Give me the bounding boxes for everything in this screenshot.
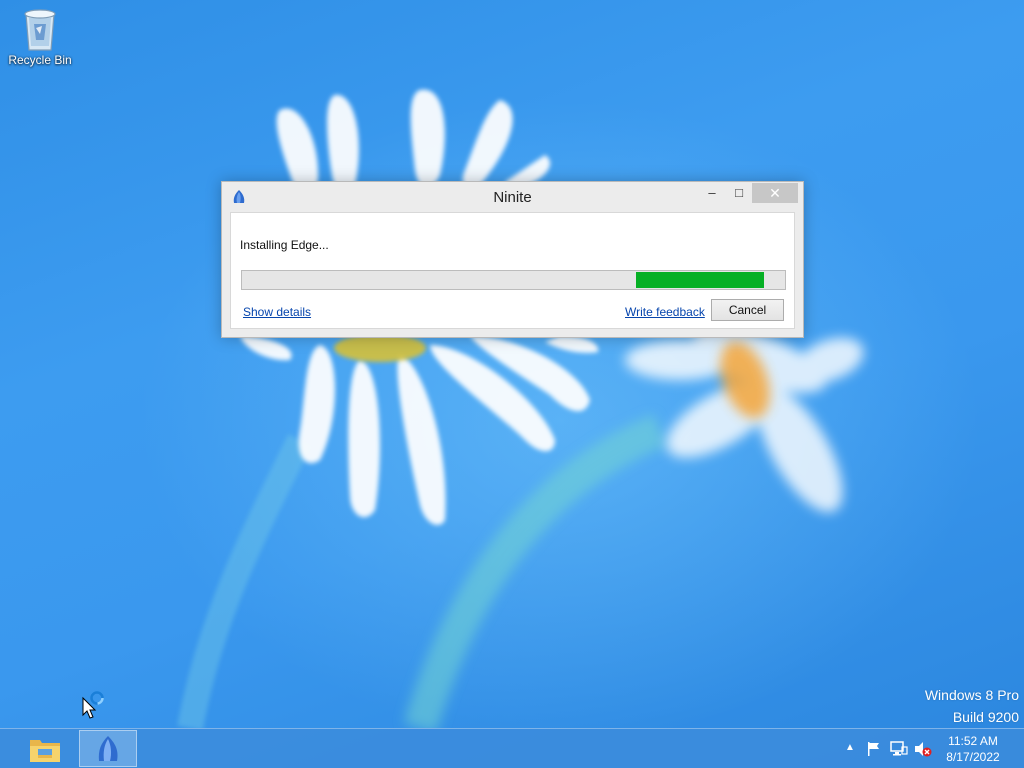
dialog-content: Installing Edge... Show details Write fe… — [230, 212, 795, 329]
progress-bar — [241, 270, 786, 290]
minimize-button[interactable]: – — [699, 183, 725, 203]
status-text: Installing Edge... — [240, 238, 329, 252]
watermark-edition: Windows 8 Pro — [924, 687, 1019, 703]
volume-muted-icon[interactable] — [914, 741, 932, 757]
maximize-button[interactable]: □ — [726, 183, 752, 203]
network-icon[interactable] — [890, 741, 908, 757]
taskbar: ▲ 11:52 AM 8/17/2022 — [0, 728, 1024, 768]
ninite-window: Ninite – □ ✕ Installing Edge... Show det… — [221, 181, 804, 338]
clock-time: 11:52 AM — [948, 734, 998, 748]
write-feedback-link[interactable]: Write feedback — [625, 305, 705, 319]
action-center-flag-icon[interactable] — [866, 741, 882, 757]
cancel-button[interactable]: Cancel — [711, 299, 784, 321]
show-hidden-icons-button[interactable]: ▲ — [845, 742, 855, 753]
taskbar-file-explorer[interactable] — [16, 730, 74, 767]
taskbar-clock[interactable]: 11:52 AM 8/17/2022 — [940, 733, 1006, 765]
watermark-build: Build 9200 — [952, 709, 1019, 725]
ninite-icon — [98, 735, 118, 761]
show-details-link[interactable]: Show details — [243, 305, 311, 319]
title-bar[interactable]: Ninite – □ ✕ — [222, 182, 803, 212]
desktop-icon-recycle-bin[interactable]: Recycle Bin — [4, 6, 76, 76]
taskbar-ninite[interactable] — [79, 730, 137, 767]
windows-watermark: Windows 8 Pro Build 9200 — [925, 684, 1019, 728]
desktop-icon-label: Recycle Bin — [8, 53, 72, 67]
recycle-bin-icon — [24, 9, 56, 51]
close-button[interactable]: ✕ — [752, 183, 798, 203]
busy-cursor-icon — [82, 691, 104, 719]
clock-date: 8/17/2022 — [946, 750, 1000, 764]
folder-icon — [30, 739, 60, 762]
progress-fill — [636, 272, 764, 288]
desktop-wallpaper — [140, 89, 980, 728]
